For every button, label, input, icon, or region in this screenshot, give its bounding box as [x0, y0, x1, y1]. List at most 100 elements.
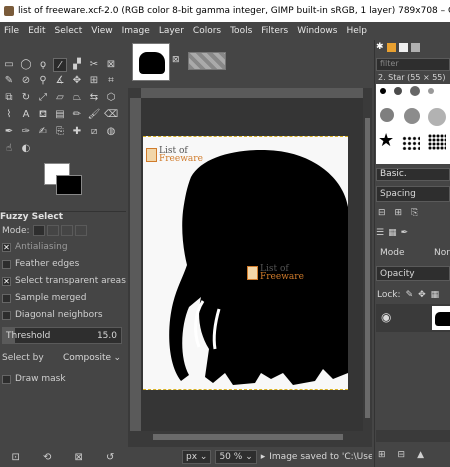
perspective-clone-icon[interactable]: ⧄ [87, 125, 101, 139]
star-brush-icon[interactable]: ★ [378, 130, 394, 151]
mode-add-button[interactable] [46, 225, 59, 236]
airbrush-icon[interactable]: ✒ [2, 125, 16, 139]
menu-tools[interactable]: Tools [230, 26, 252, 36]
restore-options-icon[interactable]: ⟲ [43, 452, 51, 463]
clone-icon[interactable]: ⎘ [53, 125, 67, 139]
feather-edges-row[interactable]: Feather edges [2, 259, 79, 269]
brush-preset-field[interactable]: Basic. [376, 168, 450, 181]
brush-swatch[interactable] [428, 108, 446, 126]
horizontal-scroll-thumb[interactable] [153, 434, 343, 440]
new-layer-icon[interactable]: ⊞ [378, 450, 386, 460]
menu-help[interactable]: Help [346, 26, 367, 36]
menu-view[interactable]: View [91, 26, 112, 36]
channels-tab-icon[interactable]: ▦ [388, 228, 397, 238]
duplicate-brush-icon[interactable]: ⎘ [411, 208, 418, 218]
menu-windows[interactable]: Windows [297, 26, 337, 36]
new-layer-group-icon[interactable]: ⊟ [398, 450, 406, 460]
image-canvas[interactable]: List of Freeware List of Freeware [143, 136, 348, 390]
menu-image[interactable]: Image [122, 26, 150, 36]
paths-icon[interactable]: ✎ [2, 74, 16, 88]
heal-icon[interactable]: ✚ [70, 125, 84, 139]
brush-swatch[interactable] [410, 86, 420, 96]
vertical-scroll-thumb[interactable] [365, 118, 370, 418]
measure-icon[interactable]: ∡ [53, 74, 67, 88]
lock-position-icon[interactable]: ✥ [418, 290, 426, 300]
eye-visibility-icon[interactable]: ◉ [381, 310, 391, 324]
ellipse-select-icon[interactable]: ◯ [19, 58, 33, 72]
reset-options-icon[interactable]: ↺ [106, 452, 114, 463]
select-by-color-icon[interactable]: ▞ [70, 58, 84, 72]
close-tab-icon[interactable]: ⊠ [172, 55, 180, 65]
crop-icon[interactable]: ⌗ [104, 74, 118, 88]
feather-edges-checkbox[interactable] [2, 259, 11, 269]
brush-swatch[interactable] [428, 134, 446, 150]
brushes-tab-icon[interactable]: ✱ [376, 42, 384, 52]
select-transparent-checkbox[interactable]: ✕ [2, 276, 11, 286]
brush-swatch[interactable] [402, 136, 420, 150]
shear-icon[interactable]: ▱ [53, 91, 67, 105]
pencil-icon[interactable]: ✏ [70, 108, 84, 122]
save-options-icon[interactable]: ⊡ [12, 452, 20, 463]
fonts-tab-icon[interactable] [398, 43, 408, 52]
antialiasing-row[interactable]: ✕ Antialiasing [2, 242, 68, 252]
menu-select[interactable]: Select [55, 26, 83, 36]
select-by-dropdown[interactable]: Composite ⌄ [60, 350, 124, 365]
sample-merged-checkbox[interactable] [2, 293, 11, 303]
bucket-fill-icon[interactable]: ⛾ [36, 108, 50, 122]
scissors-icon[interactable]: ✂ [87, 58, 101, 72]
move-icon[interactable]: ✥ [70, 74, 84, 88]
flip-icon[interactable]: ⇆ [87, 91, 101, 105]
unit-dropdown[interactable]: px ⌄ [182, 450, 212, 464]
patterns-tab-icon[interactable] [386, 43, 396, 52]
lock-alpha-icon[interactable]: ▦ [431, 290, 440, 300]
menu-layer[interactable]: Layer [159, 26, 184, 36]
foreground-select-icon[interactable]: ⊠ [104, 58, 118, 72]
sample-merged-row[interactable]: Sample merged [2, 293, 86, 303]
cage-icon[interactable]: ⬡ [104, 91, 118, 105]
brush-swatch[interactable] [404, 108, 420, 124]
brush-filter-input[interactable]: filter [376, 58, 450, 71]
rect-select-icon[interactable]: ▭ [2, 58, 16, 72]
delete-options-icon[interactable]: ⊠ [75, 452, 83, 463]
mode-subtract-button[interactable] [60, 225, 73, 236]
threshold-slider[interactable]: Threshold 15.0 [2, 327, 122, 344]
background-color[interactable] [56, 175, 82, 195]
brush-swatch[interactable] [394, 87, 402, 95]
diagonal-neighbors-checkbox[interactable] [2, 310, 11, 320]
brush-swatch[interactable] [380, 108, 394, 122]
brush-swatch[interactable] [428, 88, 434, 94]
paths-tab-icon[interactable]: ✒ [401, 228, 409, 238]
blur-icon[interactable]: ◍ [104, 125, 118, 139]
diagonal-neighbors-row[interactable]: Diagonal neighbors [2, 310, 103, 320]
ink-icon[interactable]: ✑ [19, 125, 33, 139]
dodge-burn-icon[interactable]: ◐ [19, 142, 33, 156]
zoom-dropdown[interactable]: 50 % ⌄ [215, 450, 257, 464]
unified-transform-icon[interactable]: ⧉ [2, 91, 16, 105]
menu-edit[interactable]: Edit [28, 26, 45, 36]
mode-replace-button[interactable] [32, 225, 45, 236]
scale-icon[interactable]: ⤢ [36, 91, 50, 105]
edit-brush-icon[interactable]: ⊟ [378, 208, 386, 218]
mypaint-brush-icon[interactable]: ✍ [36, 125, 50, 139]
raise-layer-icon[interactable]: ▲ [417, 450, 424, 460]
layer-row[interactable]: ◉ [376, 304, 450, 332]
spacing-slider[interactable]: Spacing [376, 186, 450, 202]
gradients-tab-icon[interactable] [410, 43, 420, 52]
select-transparent-row[interactable]: ✕ Select transparent areas [2, 276, 126, 286]
paintbrush-icon[interactable]: 🖌 [87, 108, 101, 122]
perspective-icon[interactable]: ⏢ [70, 91, 84, 105]
blend-icon[interactable]: ▤ [53, 108, 67, 122]
zoom-icon[interactable]: ⚲ [36, 74, 50, 88]
draw-mask-checkbox[interactable] [2, 374, 11, 384]
mode-intersect-button[interactable] [74, 225, 87, 236]
smudge-icon[interactable]: ☝ [2, 142, 16, 156]
brush-swatch[interactable] [380, 88, 386, 94]
free-select-icon[interactable]: ϙ [36, 58, 50, 72]
menu-file[interactable]: File [4, 26, 19, 36]
color-picker-icon[interactable]: ⊘ [19, 74, 33, 88]
fuzzy-select-icon[interactable]: ⁄ [53, 58, 67, 72]
antialiasing-checkbox[interactable]: ✕ [2, 242, 11, 252]
new-brush-icon[interactable]: ⊞ [395, 208, 403, 218]
layer-mode-value[interactable]: Nor [434, 248, 450, 258]
image-tab-thumbnail-2[interactable] [188, 52, 226, 70]
